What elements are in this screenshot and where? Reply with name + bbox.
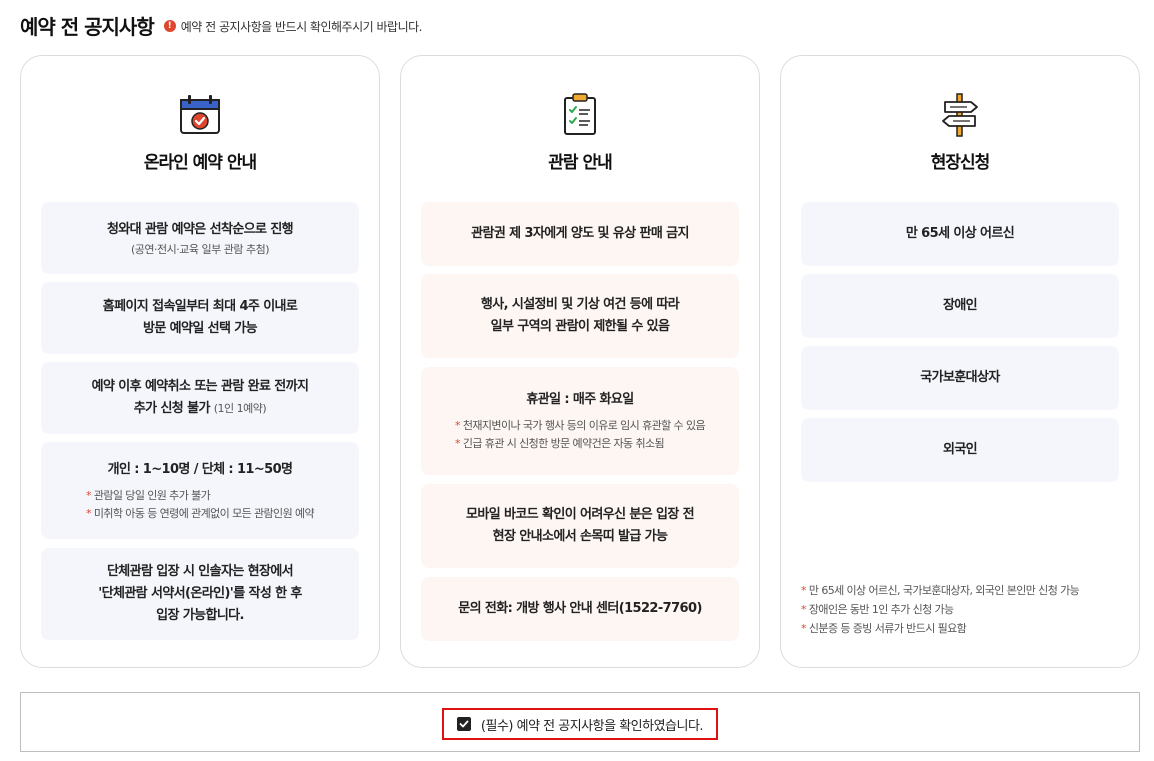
note-item: * 관람일 당일 인원 추가 불가 [85,488,211,502]
onsite-item-foreigners: 외국인 [801,418,1119,482]
viewing-box5-text: 문의 전화: 개방 행사 안내 센터(1522-7760) [458,601,702,616]
viewing-box1-text: 관람권 제 3자에게 양도 및 유상 판매 금지 [471,226,689,241]
online-box5-line3: 입장 가능합니다. [156,608,244,623]
online-box-group-size: 개인 : 1~10명 / 단체 : 11~50명 * 관람일 당일 인원 추가 불… [41,442,359,539]
viewing-box-restrictions: 행사, 시설정비 및 기상 여건 등에 따라 일부 구역의 관람이 제한될 수 … [421,274,739,358]
header-notice: ! 예약 전 공지사항을 반드시 확인해주시기 바랍니다. [163,18,423,35]
online-box-first-come: 청와대 관람 예약은 선착순으로 진행 (공연·전시·교육 일부 관람 추첨) [41,202,359,274]
card-online-reservation: 온라인 예약 안내 청와대 관람 예약은 선착순으로 진행 (공연·전시·교육 … [20,55,380,668]
onsite-item-seniors: 만 65세 이상 어르신 [801,202,1119,266]
calendar-check-icon [180,95,220,134]
note-item: * 만 65세 이상 어르신, 국가보훈대상자, 외국인 본인만 신청 가능 [801,584,1080,597]
online-box5-line1: 단체관람 입장 시 인솔자는 현장에서 [106,564,294,579]
onsite-item-veterans: 국가보훈대상자 [801,346,1119,410]
online-box-no-additional: 예약 이후 예약취소 또는 관람 완료 전까지 추가 신청 불가 (1인 1예약… [41,362,359,434]
signpost-icon [942,93,978,137]
viewing-box2-line2: 일부 구역의 관람이 제한될 수 있음 [490,319,670,334]
viewing-box-wristband: 모바일 바코드 확인이 어려우신 분은 입장 전 현장 안내소에서 손목띠 발급… [421,484,739,568]
online-box2-line2: 방문 예약일 선택 가능 [142,321,258,336]
viewing-box-closed-day: 휴관일 : 매주 화요일 * 천재지변이나 국가 행사 등의 이유로 임시 휴관할… [421,367,739,475]
note-item: * 장애인은 동반 1인 추가 신청 가능 [801,603,954,616]
clipboard-checklist-icon [564,93,596,135]
online-box4-main: 개인 : 1~10명 / 단체 : 11~50명 [107,461,293,477]
online-box4-notes: * 관람일 당일 인원 추가 불가 * 미취학 아동 등 연령에 관계없이 모든 관… [85,487,315,523]
card-title-viewing: 관람 안내 [548,153,612,173]
viewing-box4-line2: 현장 안내소에서 손목띠 발급 가능 [492,529,668,544]
viewing-box2-line1: 행사, 시설정비 및 기상 여건 등에 따라 [480,297,680,312]
page-title: 예약 전 공지사항 [20,14,155,39]
confirm-checkbox[interactable] [456,717,471,731]
card-viewing-guide: 관람 안내 관람권 제 3자에게 양도 및 유상 판매 금지 행사, 시설정비 … [400,55,760,668]
viewing-box4-line1: 모바일 바코드 확인이 어려우신 분은 입장 전 [465,507,695,522]
online-box1-sub: (공연·전시·교육 일부 관람 추첨) [130,243,270,256]
online-box-four-weeks: 홈페이지 접속일부터 최대 4주 이내로 방문 예약일 선택 가능 [41,282,359,354]
confirm-checkbox-label[interactable]: (필수) 예약 전 공지사항을 확인하였습니다. [442,708,718,740]
online-box3-line2-wrap: 추가 신청 불가 (1인 1예약) [133,398,267,420]
card-title-onsite: 현장신청 [930,153,991,173]
header-notice-text: 예약 전 공지사항을 반드시 확인해주시기 바랍니다. [180,19,423,34]
checkmark-icon [459,720,469,728]
online-box5-line2: '단체관람 서약서(온라인)'를 작성 한 후 [98,586,302,601]
online-box3-line1: 예약 이후 예약취소 또는 관람 완료 전까지 [91,379,309,394]
onsite-item-disabled: 장애인 [801,274,1119,338]
viewing-box3-main: 휴관일 : 매주 화요일 [526,392,634,407]
note-item: * 긴급 휴관 시 신청한 방문 예약건은 자동 취소됨 [454,437,665,450]
onsite-item-label: 외국인 [942,442,978,457]
info-icon: ! [163,20,176,32]
note-item: * 미취학 아동 등 연령에 관계없이 모든 관람인원 예약 [85,506,315,520]
card-title-online: 온라인 예약 안내 [143,153,257,173]
card-onsite-application: 현장신청 만 65세 이상 어르신 장애인 국가보훈대상자 외국인 * 만 65세… [780,55,1140,668]
viewing-box-contact: 문의 전화: 개방 행사 안내 센터(1522-7760) [421,577,739,641]
confirm-text: (필수) 예약 전 공지사항을 확인하였습니다. [480,718,704,734]
note-item: * 신분증 등 증빙 서류가 반드시 필요함 [801,622,967,635]
onsite-item-label: 국가보훈대상자 [920,370,1000,385]
onsite-item-label: 장애인 [942,298,978,313]
viewing-box3-notes: * 천재지변이나 국가 행사 등의 이유로 임시 휴관할 수 있음 * 긴급 휴관 … [454,417,706,453]
online-box-group-pledge: 단체관람 입장 시 인솔자는 현장에서 '단체관람 서약서(온라인)'를 작성 … [41,548,359,640]
viewing-box-no-transfer: 관람권 제 3자에게 양도 및 유상 판매 금지 [421,202,739,266]
onsite-item-label: 만 65세 이상 어르신 [905,226,1015,241]
online-box3-line2-sub: (1인 1예약) [213,402,267,415]
online-box3-line2: 추가 신청 불가 [133,401,211,416]
confirm-section: (필수) 예약 전 공지사항을 확인하였습니다. [20,692,1140,752]
online-box2-line1: 홈페이지 접속일부터 최대 4주 이내로 [102,299,298,314]
note-item: * 천재지변이나 국가 행사 등의 이유로 임시 휴관할 수 있음 [454,419,706,432]
online-box1-main: 청와대 관람 예약은 선착순으로 진행 [106,222,294,237]
onsite-footnotes: * 만 65세 이상 어르신, 국가보훈대상자, 외국인 본인만 신청 가능 * 장… [801,581,1080,638]
page-header: 예약 전 공지사항 ! 예약 전 공지사항을 반드시 확인해주시기 바랍니다. [20,10,422,40]
